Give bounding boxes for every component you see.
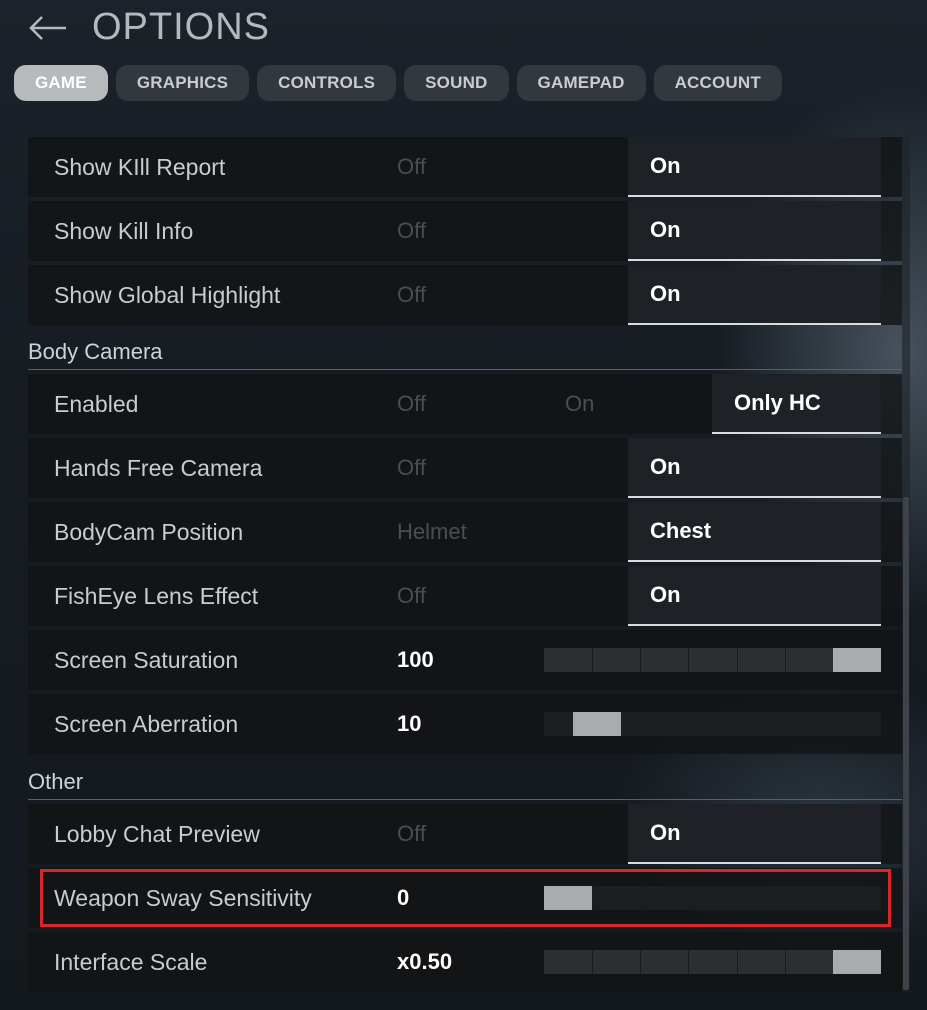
slider-segment-divider bbox=[640, 950, 641, 974]
tab-sound[interactable]: SOUND bbox=[404, 65, 509, 101]
setting-row-fisheye-lens-effect: FishEye Lens Effect Off On bbox=[28, 566, 902, 626]
tab-graphics[interactable]: GRAPHICS bbox=[115, 65, 250, 101]
tab-controls[interactable]: CONTROLS bbox=[257, 65, 397, 101]
setting-label: Weapon Sway Sensitivity bbox=[54, 885, 312, 911]
setting-row-weapon-sway-sensitivity: Weapon Sway Sensitivity 0 bbox=[28, 868, 902, 928]
slider-segment-divider bbox=[833, 712, 834, 736]
slider-segment-divider bbox=[688, 886, 689, 910]
setting-label: BodyCam Position bbox=[54, 519, 244, 545]
setting-label: Screen Aberration bbox=[54, 711, 239, 737]
setting-row-lobby-chat-preview: Lobby Chat Preview Off On bbox=[28, 804, 902, 864]
setting-label: FishEye Lens Effect bbox=[54, 583, 259, 609]
slider-segment-divider bbox=[688, 950, 689, 974]
slider-segment-divider bbox=[785, 648, 786, 672]
option-selected[interactable]: Chest bbox=[628, 502, 881, 562]
setting-row-enabled: Enabled Off On Only HC bbox=[28, 374, 902, 434]
slider-segment-divider bbox=[640, 712, 641, 736]
slider-segment-divider bbox=[785, 950, 786, 974]
slider-handle[interactable] bbox=[833, 950, 881, 974]
option-selected[interactable]: On bbox=[628, 265, 881, 325]
slider-segment-divider bbox=[737, 950, 738, 974]
setting-label: Show KIll Report bbox=[54, 154, 226, 180]
setting-value: 0 bbox=[397, 885, 410, 910]
section-header-other: Other bbox=[28, 767, 902, 800]
option-off[interactable]: Off bbox=[397, 438, 426, 498]
option-off[interactable]: Off bbox=[397, 804, 426, 864]
option-helmet[interactable]: Helmet bbox=[397, 502, 467, 562]
slider-segment-divider bbox=[785, 886, 786, 910]
slider-handle[interactable] bbox=[833, 648, 881, 672]
aberration-slider[interactable] bbox=[544, 712, 881, 736]
setting-label: Enabled bbox=[54, 391, 139, 417]
setting-label: Lobby Chat Preview bbox=[54, 821, 260, 847]
setting-row-interface-scale: Interface Scale x0.50 bbox=[28, 932, 902, 992]
section-header-body-camera: Body Camera bbox=[28, 337, 902, 370]
slider-segment-divider bbox=[640, 648, 641, 672]
slider-handle[interactable] bbox=[573, 712, 621, 736]
setting-row-show-global-highlight: Show Global Highlight Off On bbox=[28, 265, 902, 325]
setting-label: Hands Free Camera bbox=[54, 455, 263, 481]
slider-segment-divider bbox=[785, 712, 786, 736]
slider-segment-divider bbox=[640, 886, 641, 910]
section-title: Other bbox=[28, 769, 84, 794]
interface-scale-slider[interactable] bbox=[544, 950, 881, 974]
slider-segment-divider bbox=[592, 950, 593, 974]
option-selected[interactable]: On bbox=[628, 566, 881, 626]
setting-value: x0.50 bbox=[397, 949, 453, 974]
option-off[interactable]: Off bbox=[397, 265, 426, 325]
tab-bar: GAME GRAPHICS CONTROLS SOUND GAMEPAD ACC… bbox=[14, 65, 782, 101]
setting-row-show-kill-info: Show Kill Info Off On bbox=[28, 201, 902, 261]
option-selected[interactable]: Only HC bbox=[712, 374, 881, 434]
option-on[interactable]: On bbox=[565, 374, 594, 434]
tab-gamepad[interactable]: GAMEPAD bbox=[516, 65, 646, 101]
option-selected[interactable]: On bbox=[628, 438, 881, 498]
option-off[interactable]: Off bbox=[397, 137, 426, 197]
weapon-sway-slider[interactable] bbox=[544, 886, 881, 910]
slider-segment-divider bbox=[688, 712, 689, 736]
option-off[interactable]: Off bbox=[397, 201, 426, 261]
setting-label: Show Global Highlight bbox=[54, 282, 281, 308]
setting-row-screen-aberration: Screen Aberration 10 bbox=[28, 694, 902, 754]
option-off[interactable]: Off bbox=[397, 566, 426, 626]
slider-handle[interactable] bbox=[544, 886, 592, 910]
setting-row-screen-saturation: Screen Saturation 100 bbox=[28, 630, 902, 690]
page-title: OPTIONS bbox=[92, 6, 271, 48]
slider-segment-divider bbox=[688, 648, 689, 672]
setting-row-hands-free-camera: Hands Free Camera Off On bbox=[28, 438, 902, 498]
slider-segment-divider bbox=[737, 648, 738, 672]
setting-row-bodycam-position: BodyCam Position Helmet Chest bbox=[28, 502, 902, 562]
setting-label: Show Kill Info bbox=[54, 218, 194, 244]
option-off[interactable]: Off bbox=[397, 374, 426, 434]
slider-segment-divider bbox=[592, 648, 593, 672]
tab-account[interactable]: ACCOUNT bbox=[653, 65, 782, 101]
slider-segment-divider bbox=[592, 886, 593, 910]
setting-value: 10 bbox=[397, 711, 422, 736]
option-selected[interactable]: On bbox=[628, 201, 881, 261]
setting-row-show-kill-report: Show KIll Report Off On bbox=[28, 137, 902, 197]
slider-segment-divider bbox=[833, 886, 834, 910]
header: OPTIONS bbox=[28, 4, 269, 52]
setting-value: 100 bbox=[397, 647, 434, 672]
slider-segment-divider bbox=[737, 712, 738, 736]
option-selected[interactable]: On bbox=[628, 137, 881, 197]
saturation-slider[interactable] bbox=[544, 648, 881, 672]
arrow-left-icon[interactable] bbox=[28, 8, 68, 48]
setting-label: Interface Scale bbox=[54, 949, 208, 975]
option-selected[interactable]: On bbox=[628, 804, 881, 864]
setting-label: Screen Saturation bbox=[54, 647, 239, 673]
section-title: Body Camera bbox=[28, 339, 163, 364]
tab-game[interactable]: GAME bbox=[14, 65, 108, 101]
settings-panel: Show KIll Report Off On Show Kill Info O… bbox=[28, 137, 908, 992]
slider-segment-divider bbox=[737, 886, 738, 910]
